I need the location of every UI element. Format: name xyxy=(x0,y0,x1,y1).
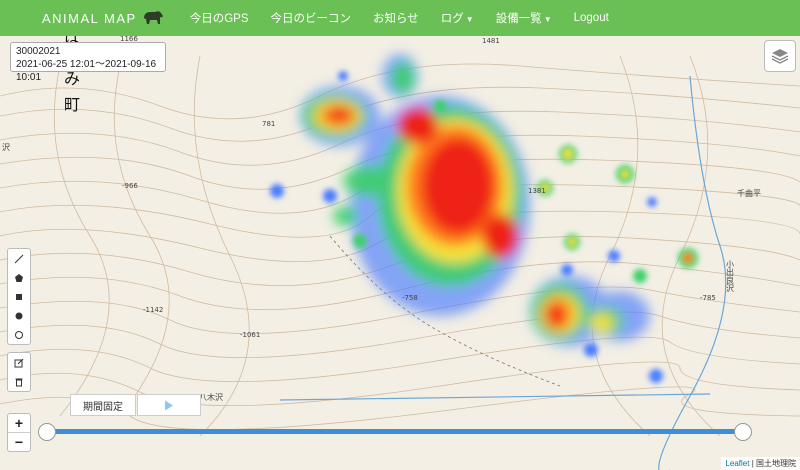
nav-log[interactable]: ログ ▼ xyxy=(441,10,474,26)
zoom-control: + − xyxy=(7,413,31,452)
circle-icon[interactable] xyxy=(8,306,30,325)
elevation-label: 781 xyxy=(262,120,275,128)
place-label: 八木沢 xyxy=(199,392,223,402)
play-button[interactable] xyxy=(137,394,201,416)
device-id: 30002021 xyxy=(16,46,61,57)
brand-name: ANIMAL MAP xyxy=(42,10,137,26)
nav-log-label: ログ xyxy=(440,13,464,25)
leaflet-link[interactable]: Leaflet xyxy=(725,459,749,468)
rectangle-icon[interactable] xyxy=(8,287,30,306)
slider-handle-end[interactable] xyxy=(734,423,752,441)
nav-logout[interactable]: Logout xyxy=(574,12,609,24)
animal-logo-icon xyxy=(143,11,163,24)
elevation-label: -1061 xyxy=(240,331,260,339)
caret-down-icon: ▼ xyxy=(465,15,474,24)
play-icon xyxy=(165,400,173,410)
place-label: 沢 xyxy=(2,143,10,152)
place-label: 小出良沢 xyxy=(726,260,735,293)
nav-notice[interactable]: お知らせ xyxy=(373,10,419,26)
zoom-out-button[interactable]: − xyxy=(8,433,30,451)
fix-period-button[interactable]: 期間固定 xyxy=(70,394,136,416)
elevation-label: -785 xyxy=(700,294,716,302)
draw-toolbar xyxy=(7,248,31,345)
time-slider-track[interactable] xyxy=(46,429,742,434)
info-box: 30002021 2021-06-25 12:01～2021-09-16 10:… xyxy=(10,42,166,83)
elevation-label: 1481 xyxy=(482,37,500,45)
elevation-label: -758 xyxy=(402,294,418,302)
zoom-in-button[interactable]: + xyxy=(8,414,30,433)
elevation-label: -1142 xyxy=(143,306,163,314)
gsi-credit: 国土地理院 xyxy=(756,459,796,468)
attribution: Leaflet | 国土地理院 xyxy=(721,457,800,470)
nav-gps[interactable]: 今日のGPS xyxy=(190,10,249,26)
elevation-label: 1381 xyxy=(528,187,546,195)
period-range: 2021-06-25 12:01～2021-09-16 10:01 xyxy=(16,59,157,83)
caret-down-icon: ▼ xyxy=(543,15,552,24)
polyline-icon[interactable] xyxy=(8,249,30,268)
place-label: 千曲平 xyxy=(737,188,761,198)
navbar: ANIMAL MAP 今日のGPS 今日のビーコン お知らせ ログ ▼ 設備一覧 ▼… xyxy=(0,0,800,36)
layers-icon xyxy=(771,49,789,64)
brand[interactable]: ANIMAL MAP xyxy=(42,7,165,29)
polygon-icon[interactable] xyxy=(8,268,30,287)
delete-icon[interactable] xyxy=(8,372,30,391)
elevation-label: -966 xyxy=(122,182,138,190)
town-char: 町 xyxy=(64,95,80,114)
nav-beacon[interactable]: 今日のビーコン xyxy=(271,10,352,26)
edit-toolbar xyxy=(7,352,31,392)
edit-icon[interactable] xyxy=(8,353,30,372)
nav-equipment-label: 設備一覧 xyxy=(495,13,542,25)
slider-handle-start[interactable] xyxy=(38,423,56,441)
circlemarker-icon[interactable] xyxy=(8,325,30,344)
layers-button[interactable] xyxy=(764,40,796,72)
nav-equipment[interactable]: 設備一覧 ▼ xyxy=(496,10,552,26)
